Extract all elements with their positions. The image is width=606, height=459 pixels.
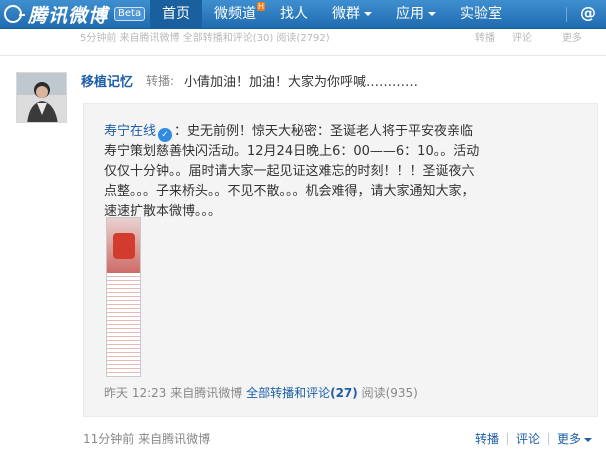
post-time[interactable]: 11分钟前: [83, 432, 134, 446]
all-retweets-count[interactable]: (27): [330, 386, 358, 400]
previous-post-meta: 5分钟前 来自腾讯微博 全部转播和评论(30) 阅读(2792) 转播 评论 更…: [0, 29, 606, 43]
retweet-button[interactable]: 转播: [475, 430, 499, 447]
post-source: 来自腾讯微博: [138, 432, 211, 446]
quoted-post: 寿宁在线 ✓ ：史无前例！惊天大秘密：圣诞老人将于平安夜亲临寿宁策划慈善快闪活动。1…: [83, 103, 598, 417]
comment-button[interactable]: 评论: [516, 430, 540, 447]
previous-retweet-link[interactable]: 转播: [475, 29, 495, 43]
logo-text: 腾讯微博: [28, 4, 109, 27]
nav-apps[interactable]: 应用: [384, 0, 448, 29]
post-text: 小倩加油！加油！大家为你呼喊…………: [184, 75, 419, 90]
post-divider: [0, 55, 606, 56]
nav-groups[interactable]: 微群: [320, 0, 384, 29]
avatar-image: [17, 73, 66, 122]
quoted-source: 来自腾讯微博: [170, 386, 243, 400]
quoted-author[interactable]: 寿宁在线: [104, 124, 156, 139]
nav-channel[interactable]: 微频道 H: [202, 0, 268, 29]
read-count: 阅读(935): [361, 386, 418, 400]
quoted-text: 寿宁在线 ✓ ：史无前例！惊天大秘密：圣诞老人将于平安夜亲临寿宁策划慈善快闪活动。1…: [104, 122, 484, 222]
hot-badge: H: [256, 2, 265, 11]
mention-icon[interactable]: @: [580, 3, 596, 22]
previous-comment-link[interactable]: 评论: [512, 29, 532, 43]
logo[interactable]: 腾讯微博 Beta: [4, 3, 146, 27]
chevron-down-icon: [428, 12, 436, 16]
qq-logo-icon: [4, 5, 25, 23]
previous-more-link[interactable]: 更多: [562, 29, 582, 43]
top-nav-bar: 腾讯微博 Beta 首页 微频道 H 找人 微群 应用 实验室 @: [0, 0, 606, 29]
nav-lab[interactable]: 实验室: [448, 0, 514, 29]
post-actions: 转播 评论 更多: [475, 430, 593, 447]
more-button[interactable]: 更多: [557, 430, 593, 447]
all-retweets-comments-link[interactable]: 全部转播和评论: [246, 386, 330, 400]
main-nav: 首页 微频道 H 找人 微群 应用 实验室: [150, 0, 514, 29]
avatar[interactable]: [16, 72, 67, 123]
chevron-down-icon: [584, 437, 593, 442]
nav-home[interactable]: 首页: [150, 0, 202, 29]
action-divider: [507, 432, 509, 445]
beta-badge: Beta: [114, 7, 146, 21]
verified-icon: ✓: [158, 128, 173, 142]
chevron-down-icon: [364, 12, 372, 16]
retweet-label: 转播:: [146, 74, 175, 88]
previous-post-info: 5分钟前 来自腾讯微博 全部转播和评论(30) 阅读(2792): [80, 33, 330, 43]
post-meta: 11分钟前 来自腾讯微博: [83, 430, 210, 447]
nav-divider: [566, 7, 567, 22]
nav-find-people[interactable]: 找人: [268, 0, 320, 29]
quoted-meta: 昨天 12:23 来自腾讯微博 全部转播和评论(27) 阅读(935): [104, 384, 418, 401]
action-divider: [548, 432, 550, 445]
quoted-time[interactable]: 昨天 12:23: [104, 386, 166, 400]
post-author[interactable]: 移植记忆: [81, 71, 133, 90]
attached-image-thumbnail[interactable]: [106, 217, 141, 377]
